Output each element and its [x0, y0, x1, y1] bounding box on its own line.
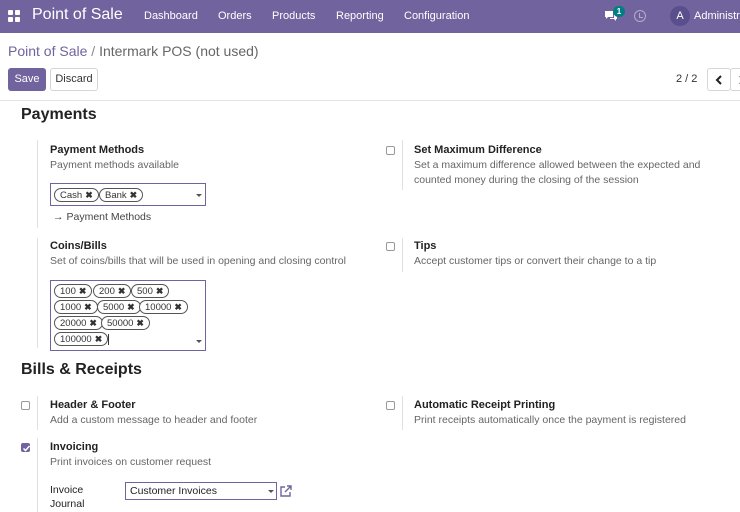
tag-cash: Cash ✖ [54, 188, 99, 202]
apps-menu-icon[interactable] [8, 10, 21, 22]
remove-tag-icon[interactable]: ✖ [130, 190, 138, 200]
header-footer-title: Header & Footer [50, 399, 136, 411]
max-difference-checkbox[interactable] [386, 146, 395, 155]
tips-desc: Accept customer tips or convert their ch… [414, 255, 657, 267]
breadcrumb-parent[interactable]: Point of Sale [8, 43, 87, 59]
invoicing-title: Invoicing [50, 441, 99, 453]
invoice-journal-select[interactable]: Customer Invoices [125, 482, 277, 500]
payment-methods-link[interactable]: → Payment Methods [53, 211, 151, 223]
coins-bills-title: Coins/Bills [50, 240, 107, 252]
dropdown-caret-icon[interactable] [196, 194, 202, 197]
tag-coin: 1000 ✖ [54, 300, 98, 314]
tag-coin: 100 ✖ [54, 284, 93, 298]
setting-right-bar [402, 238, 403, 272]
breadcrumb-current: Intermark POS (not used) [99, 43, 259, 59]
payment-methods-desc: Payment methods available [50, 159, 179, 171]
header-footer-desc: Add a custom message to header and foote… [50, 414, 258, 426]
tag-coin: 10000 ✖ [139, 300, 188, 314]
chat-count-badge: 1 [613, 6, 625, 17]
dropdown-caret-icon[interactable] [196, 340, 202, 343]
control-panel-divider [0, 100, 740, 101]
menu-dashboard[interactable]: Dashboard [144, 10, 198, 22]
text-cursor [108, 334, 109, 345]
top-navbar: Point of Sale Dashboard Orders Products … [0, 0, 740, 33]
remove-tag-icon[interactable]: ✖ [84, 302, 92, 312]
menu-orders[interactable]: Orders [218, 10, 252, 22]
tips-checkbox[interactable] [386, 242, 395, 251]
setting-left-bar [37, 140, 38, 228]
checkmark-icon [22, 445, 31, 452]
menu-products[interactable]: Products [272, 10, 315, 22]
remove-tag-icon[interactable]: ✖ [156, 286, 164, 296]
tag-bank: Bank ✖ [99, 188, 144, 202]
max-difference-title: Set Maximum Difference [414, 144, 542, 156]
section-title-payments: Payments [21, 106, 97, 123]
invoicing-checkbox[interactable] [21, 443, 31, 452]
app-brand[interactable]: Point of Sale [32, 6, 123, 24]
tag-coin: 20000 ✖ [54, 316, 103, 330]
coins-bills-field[interactable]: 100 ✖ 200 ✖ 500 ✖ 1000 ✖ 5000 ✖ 10000 ✖ 20000 ✖… [50, 280, 206, 351]
remove-tag-icon[interactable]: ✖ [136, 318, 144, 328]
setting-right-bar [402, 140, 403, 190]
setting-right-bar [402, 396, 403, 430]
remove-tag-icon[interactable]: ✖ [174, 302, 182, 312]
remove-tag-icon[interactable]: ✖ [118, 286, 126, 296]
invoicing-desc: Print invoices on customer request [50, 456, 212, 468]
setting-left-bar [37, 438, 38, 512]
tag-coin: 50000 ✖ [101, 316, 150, 330]
max-difference-desc: Set a maximum difference allowed between… [414, 159, 701, 186]
auto-receipt-printing-desc: Print receipts automatically once the pa… [414, 414, 686, 426]
tag-coin: 500 ✖ [131, 284, 170, 298]
header-footer-checkbox[interactable] [21, 401, 30, 410]
remove-tag-icon[interactable]: ✖ [85, 190, 93, 200]
remove-tag-icon[interactable]: ✖ [95, 334, 103, 344]
pager-previous-button[interactable] [707, 68, 731, 91]
discard-button[interactable]: Discard [50, 68, 98, 91]
tag-coin: 5000 ✖ [97, 300, 141, 314]
remove-tag-icon[interactable]: ✖ [89, 318, 97, 328]
auto-receipt-printing-checkbox[interactable] [386, 401, 395, 410]
tips-title: Tips [414, 240, 437, 252]
external-link-icon[interactable] [279, 484, 293, 498]
remove-tag-icon[interactable]: ✖ [127, 302, 135, 312]
menu-configuration[interactable]: Configuration [404, 10, 469, 22]
dropdown-caret-icon[interactable] [268, 490, 274, 493]
invoice-journal-value: Customer Invoices [130, 485, 217, 497]
invoice-journal-label: Invoice Journal [50, 484, 85, 510]
user-avatar[interactable]: A [670, 6, 690, 26]
arrow-right-icon: → [53, 211, 64, 223]
breadcrumb: Point of Sale / Intermark POS (not used) [8, 43, 259, 59]
user-name[interactable]: Administrator [694, 10, 740, 22]
remove-tag-icon[interactable]: ✖ [79, 286, 87, 296]
menu-reporting[interactable]: Reporting [336, 10, 384, 22]
tag-coin: 200 ✖ [93, 284, 132, 298]
chevron-left-icon [715, 75, 722, 85]
section-title-bills-receipts: Bills & Receipts [21, 361, 142, 378]
payment-methods-field[interactable]: Cash ✖ Bank ✖ [50, 183, 206, 206]
activity-clock-icon[interactable] [634, 10, 646, 22]
coins-bills-desc: Set of coins/bills that will be used in … [50, 255, 346, 267]
payment-methods-title: Payment Methods [50, 144, 145, 156]
setting-left-bar [37, 238, 38, 348]
pager-next-button[interactable] [730, 68, 740, 91]
auto-receipt-printing-title: Automatic Receipt Printing [414, 399, 556, 411]
setting-left-bar [37, 396, 38, 430]
tag-coin: 100000 ✖ [54, 332, 109, 346]
pager-counter[interactable]: 2 / 2 [676, 73, 697, 85]
save-button[interactable]: Save [8, 68, 46, 91]
breadcrumb-separator: / [91, 43, 96, 59]
